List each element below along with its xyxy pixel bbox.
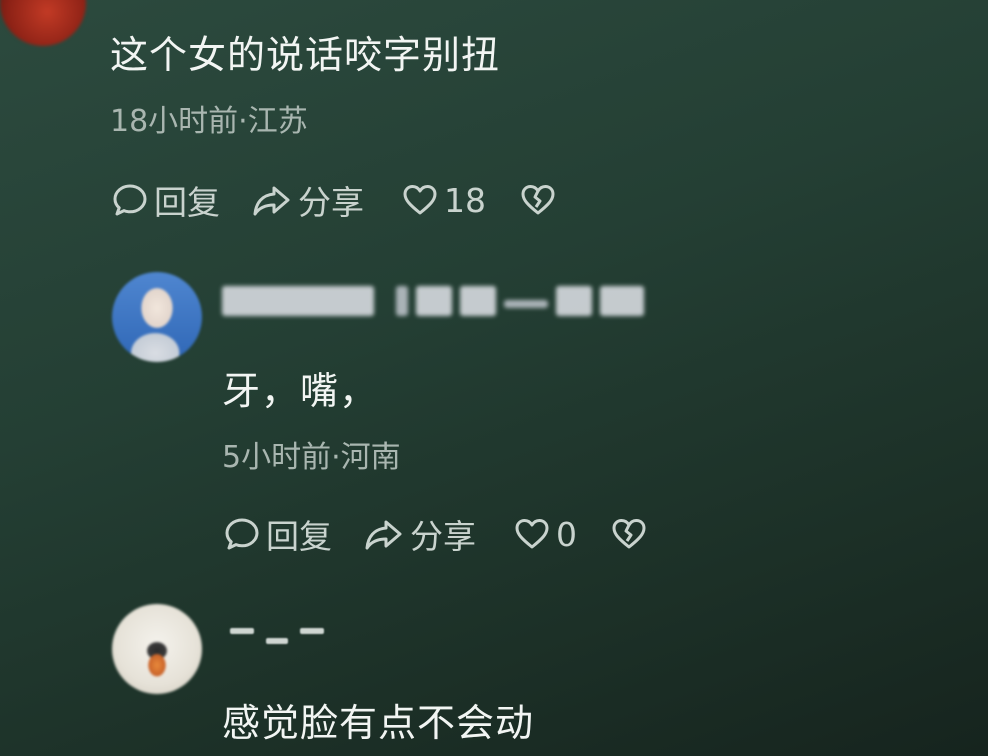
reply-label: 回复 [266,517,332,556]
share-arrow-icon [362,514,406,554]
username[interactable] [222,286,644,316]
share-arrow-icon [250,180,294,220]
username[interactable] [230,628,324,644]
comment-meta: 5小时前·河南 [222,440,401,475]
reply-label: 回复 [154,183,220,222]
like-button[interactable]: 18 [400,180,486,220]
reply-button[interactable]: 回复 [110,176,220,224]
speech-bubble-icon [222,514,262,554]
comment-text: 牙，嘴， [222,369,379,413]
share-button[interactable]: 分享 [250,176,364,224]
like-count: 18 [444,180,486,220]
dislike-button[interactable] [518,180,558,220]
share-label: 分享 [410,517,476,556]
comment-text: 感觉脸有点不会动 [222,701,535,745]
avatar[interactable] [112,604,202,694]
comment-text: 这个女的说话咬字别扭 [110,33,501,77]
broken-heart-icon [609,514,649,554]
comment-meta: 18小时前·江苏 [110,104,308,139]
comment-actions: 回复 分享 18 [110,178,558,222]
avatar[interactable] [112,272,202,362]
heart-outline-icon [512,514,552,554]
heart-outline-icon [400,180,440,220]
share-button[interactable]: 分享 [362,510,476,558]
reply-button[interactable]: 回复 [222,510,332,558]
like-button[interactable]: 0 [512,514,577,554]
like-count: 0 [556,514,577,554]
speech-bubble-icon [110,180,150,220]
avatar[interactable] [0,0,86,46]
broken-heart-icon [518,180,558,220]
share-label: 分享 [298,183,364,222]
dislike-button[interactable] [609,514,649,554]
comment-actions: 回复 分享 0 [222,512,649,556]
